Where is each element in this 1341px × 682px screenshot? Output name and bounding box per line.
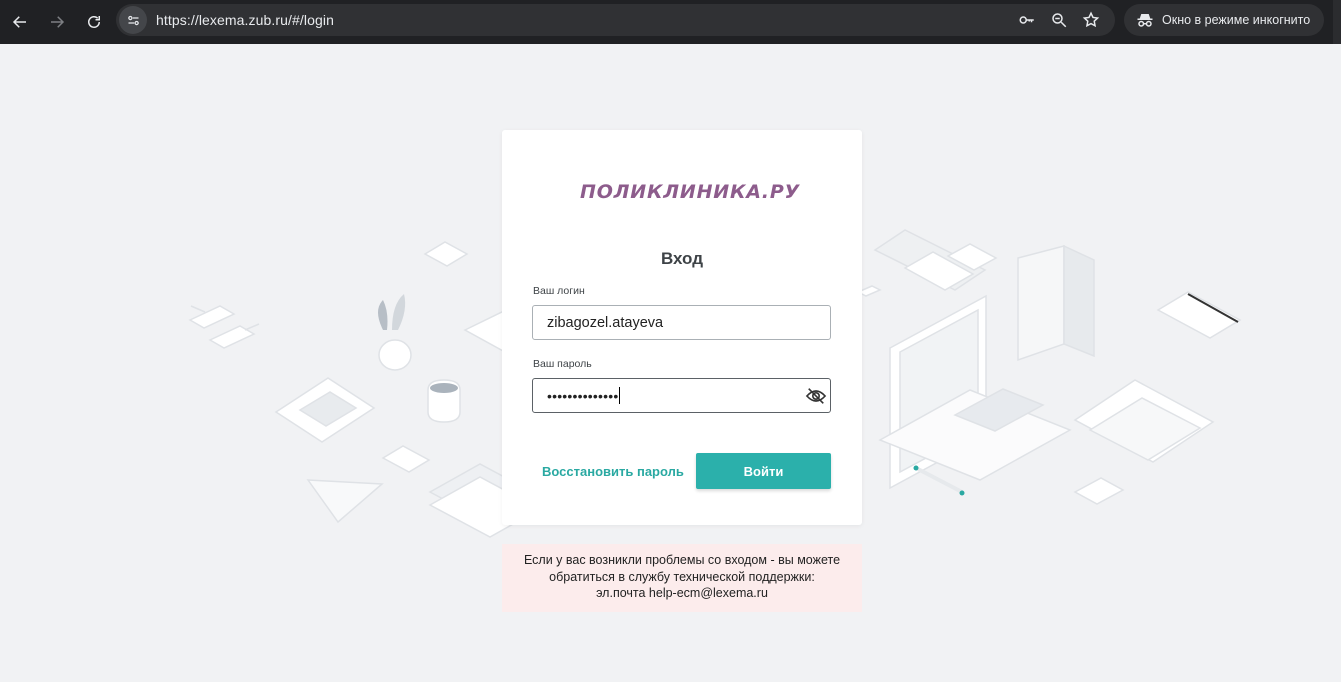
support-notice: Если у вас возникли проблемы со входом -…: [502, 544, 862, 612]
url-text[interactable]: https://lexema.zub.ru/#/login: [156, 12, 334, 28]
site-info-button[interactable]: [119, 6, 147, 34]
plant-icon: [378, 294, 412, 371]
eye-off-icon: [805, 388, 827, 404]
note-paper-icon: [1073, 477, 1125, 505]
incognito-indicator[interactable]: Окно в режиме инкогнито: [1124, 4, 1324, 36]
reload-button[interactable]: [76, 4, 112, 40]
calculator-icon: [274, 377, 376, 443]
note-paper-icon: [423, 241, 469, 267]
forward-button[interactable]: [39, 4, 75, 40]
login-value: zibagozel.atayeva: [547, 314, 664, 331]
notice-line-1: Если у вас возникли проблемы со входом -…: [523, 553, 841, 567]
logo-text: ПОЛИКЛИНИКА.РУ: [580, 181, 800, 203]
text-caret: [619, 387, 621, 404]
zoom-button[interactable]: [1047, 8, 1071, 32]
incognito-icon: [1137, 14, 1153, 27]
password-input[interactable]: ••••••••••••••: [532, 378, 831, 413]
login-title: Вход: [660, 249, 704, 268]
address-bar[interactable]: https://lexema.zub.ru/#/login: [116, 4, 1115, 36]
forward-arrow-icon: [51, 16, 65, 28]
password-label: Ваш пароль: [533, 358, 592, 370]
site-info-icon: [127, 15, 139, 25]
password-key-icon: [1019, 16, 1034, 24]
toggle-password-visibility-button[interactable]: [805, 386, 827, 406]
notice-line-3: эл.почта help-ecm@lexema.ru: [596, 586, 768, 600]
folder-icon: [1073, 379, 1215, 463]
window-edge: [1333, 0, 1341, 44]
back-arrow-icon: [12, 16, 26, 28]
login-input[interactable]: zibagozel.atayeva: [532, 305, 831, 340]
password-value: ••••••••••••••: [547, 387, 619, 404]
login-button[interactable]: Войти: [696, 453, 831, 489]
paper-plane-icon: [306, 479, 384, 524]
back-button[interactable]: [2, 4, 38, 40]
zoom-icon: [1052, 13, 1067, 28]
login-card: ПОЛИКЛИНИКА.РУ Вход Ваш логин zibagozel.…: [502, 130, 862, 525]
cup-icon: [427, 379, 461, 423]
glasses-icon: [188, 305, 260, 349]
login-label: Ваш логин: [533, 285, 585, 297]
notebook-icon: [1156, 291, 1242, 339]
restore-password-link[interactable]: Восстановить пароль: [542, 464, 684, 479]
incognito-label: Окно в режиме инкогнито: [1162, 13, 1311, 27]
paper-sheet-icon: [381, 445, 431, 473]
password-key-button[interactable]: [1015, 8, 1039, 32]
bookmark-button[interactable]: [1079, 8, 1103, 32]
browser-toolbar: https://lexema.zub.ru/#/login Окно в реж…: [0, 0, 1341, 44]
binder-icon: [1017, 244, 1095, 362]
logo: ПОЛИКЛИНИКА.РУ: [570, 166, 800, 218]
reload-icon: [88, 16, 100, 28]
bookmark-star-icon: [1082, 11, 1100, 28]
notice-line-2: обратиться в службу технической поддержк…: [549, 569, 815, 584]
